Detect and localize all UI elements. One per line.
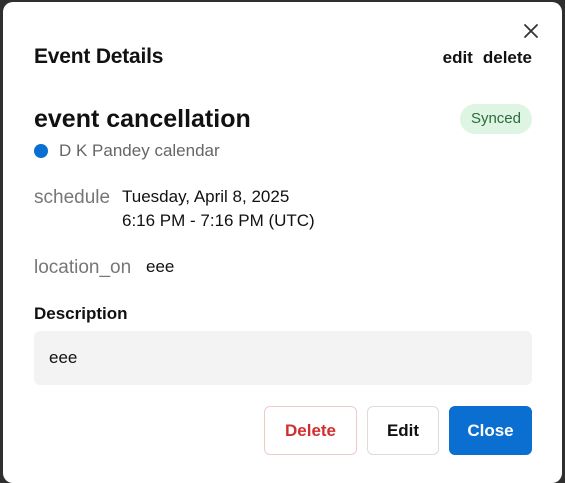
dialog-title: Event Details [34,45,164,68]
description-box: eee [34,331,532,385]
sync-status-badge: Synced [459,104,532,134]
calendar-row: D K Pandey calendar [34,141,220,161]
location-value: eee [146,257,175,276]
calendar-color-dot [34,144,48,158]
header-delete-link[interactable]: delete [483,48,532,68]
schedule-time: 6:16 PM - 7:16 PM (UTC) [122,211,315,230]
schedule-label: schedule [34,187,111,208]
delete-button[interactable]: Delete [264,406,357,455]
schedule-date: Tuesday, April 8, 2025 [122,187,290,206]
header-actions: edit delete [443,48,532,68]
schedule-value: Tuesday, April 8, 2025 6:16 PM - 7:16 PM… [122,185,315,233]
edit-button[interactable]: Edit [367,406,439,455]
event-title: event cancellation [34,105,251,133]
description-title: Description [34,304,128,323]
close-button[interactable]: Close [449,406,532,455]
location-label: location_on [34,257,132,278]
event-details-dialog: Event Details edit delete event cancella… [3,2,562,483]
calendar-name: D K Pandey calendar [59,141,220,160]
close-icon[interactable] [520,20,542,42]
header-edit-link[interactable]: edit [443,48,473,68]
